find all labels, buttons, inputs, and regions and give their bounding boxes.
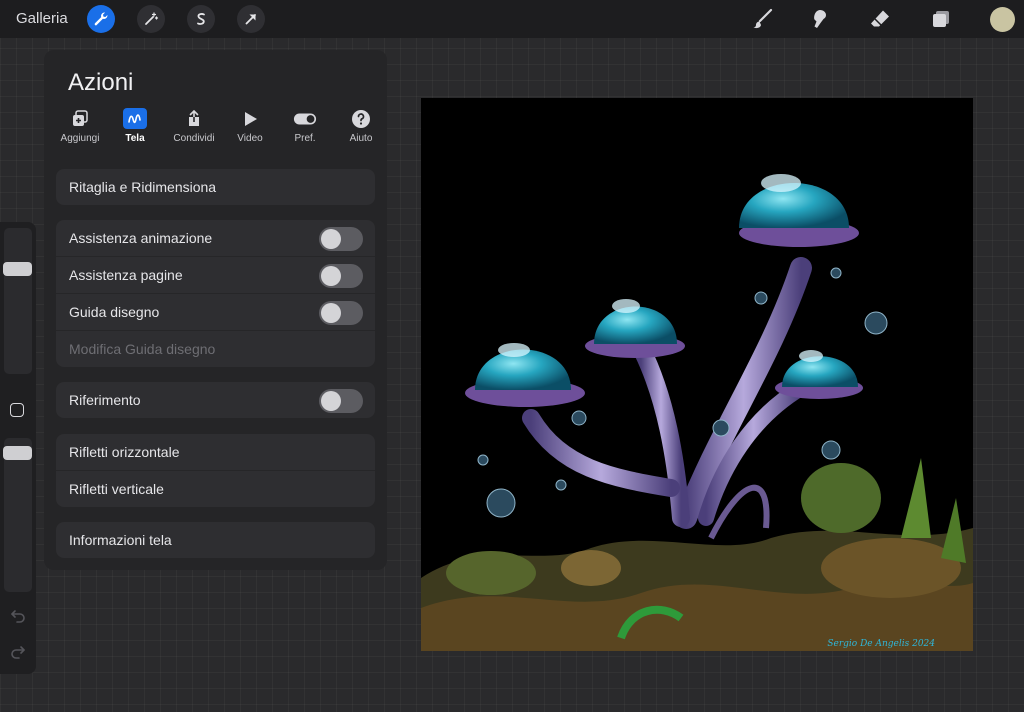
drawing-guide-item: Guida disegno: [56, 294, 375, 331]
toggle-icon: [293, 108, 317, 129]
selection-s-icon[interactable]: [187, 5, 215, 33]
group-assists: Assistenza animazione Assistenza pagine …: [56, 220, 375, 367]
reference-toggle[interactable]: [319, 389, 363, 413]
group-reference: Riferimento: [56, 382, 375, 418]
brush-icon[interactable]: [749, 6, 775, 32]
tab-share[interactable]: Condividi: [164, 108, 224, 152]
drawing-guide-toggle[interactable]: [319, 301, 363, 325]
artist-signature: Sergio De Angelis 2024: [827, 639, 935, 649]
gallery-button[interactable]: Galleria: [16, 10, 68, 27]
wrench-icon[interactable]: [87, 5, 115, 33]
artwork-mushrooms: [421, 174, 973, 651]
page-assist-item: Assistenza pagine: [56, 257, 375, 294]
crop-resize-item[interactable]: Ritaglia e Ridimensiona: [56, 169, 375, 205]
add-image-icon: [68, 108, 92, 129]
transform-arrow-icon[interactable]: [237, 5, 265, 33]
flip-vertical-item[interactable]: Rifletti verticale: [56, 471, 375, 507]
canvas-info-item[interactable]: Informazioni tela: [56, 522, 375, 558]
group-info: Informazioni tela: [56, 522, 375, 558]
animation-assist-toggle[interactable]: [319, 227, 363, 251]
opacity-handle[interactable]: [3, 446, 32, 460]
play-icon: [238, 108, 262, 129]
eraser-icon[interactable]: [867, 6, 893, 32]
magic-wand-icon[interactable]: [137, 5, 165, 33]
brush-size-slider[interactable]: [4, 228, 32, 374]
canvas-wave-icon: [123, 108, 147, 129]
tab-video[interactable]: Video: [220, 108, 280, 152]
drawing-canvas[interactable]: Sergio De Angelis 2024: [421, 98, 973, 651]
color-picker-swatch[interactable]: [990, 7, 1015, 32]
tab-add[interactable]: Aggiungi: [50, 108, 110, 152]
left-sidebar: [0, 222, 36, 674]
undo-icon[interactable]: [9, 606, 27, 624]
reference-item: Riferimento: [56, 382, 375, 418]
opacity-slider[interactable]: [4, 438, 32, 592]
tab-canvas[interactable]: Tela: [105, 108, 165, 152]
group-flip: Rifletti orizzontale Rifletti verticale: [56, 434, 375, 507]
actions-tabs: Aggiungi Tela Condividi Video Pref. Aiut…: [50, 108, 381, 152]
redo-icon[interactable]: [9, 642, 27, 660]
animation-assist-item: Assistenza animazione: [56, 220, 375, 257]
panel-title: Azioni: [68, 69, 134, 96]
tab-preferences[interactable]: Pref.: [275, 108, 335, 152]
brush-size-handle[interactable]: [3, 262, 32, 276]
smudge-icon[interactable]: [808, 6, 834, 32]
edit-drawing-guide-item: Modifica Guida disegno: [69, 341, 216, 357]
modifier-button[interactable]: [10, 403, 24, 417]
group-crop: Ritaglia e Ridimensiona: [56, 169, 375, 205]
share-icon: [182, 108, 206, 129]
page-assist-toggle[interactable]: [319, 264, 363, 288]
actions-panel: Azioni Aggiungi Tela Condividi Video Pre…: [44, 50, 387, 570]
layers-icon[interactable]: [928, 6, 954, 32]
tab-help[interactable]: Aiuto: [331, 108, 391, 152]
top-toolbar: Galleria: [0, 0, 1024, 38]
help-icon: [349, 108, 373, 129]
flip-horizontal-item[interactable]: Rifletti orizzontale: [56, 434, 375, 471]
